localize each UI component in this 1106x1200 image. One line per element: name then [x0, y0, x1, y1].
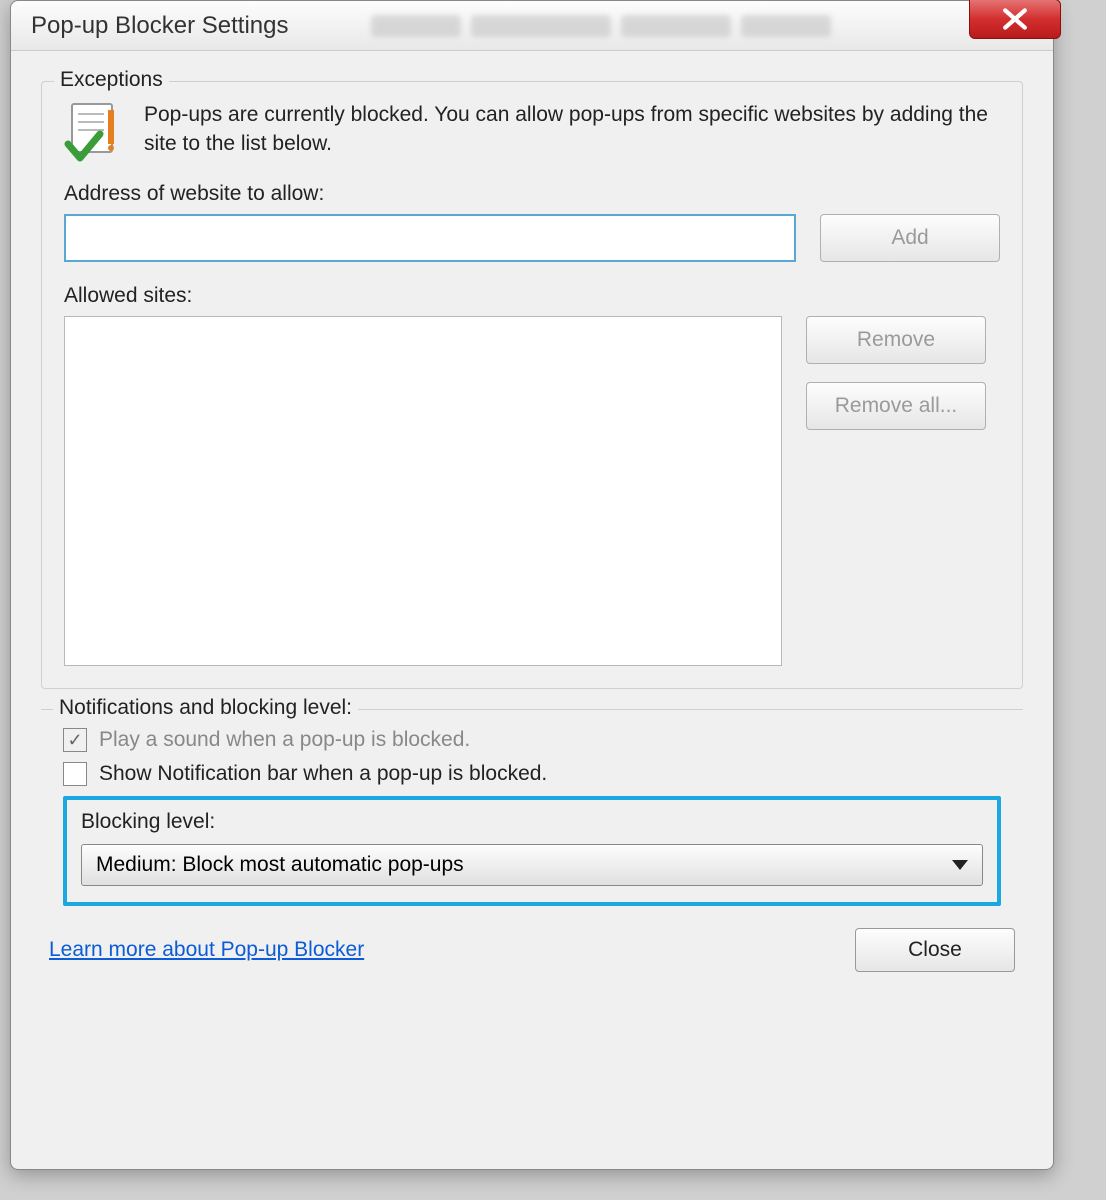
info-text: Pop-ups are currently blocked. You can a…: [144, 100, 1000, 159]
play-sound-checkbox[interactable]: [63, 728, 87, 752]
exceptions-group: Exceptions Pop-ups are currently blocked…: [41, 81, 1023, 689]
allowed-sites-list[interactable]: [64, 316, 782, 666]
blocking-level-dropdown[interactable]: Medium: Block most automatic pop-ups: [81, 844, 983, 886]
learn-more-link[interactable]: Learn more about Pop-up Blocker: [49, 938, 364, 962]
dialog-footer: Learn more about Pop-up Blocker Close: [41, 928, 1023, 972]
titlebar[interactable]: Pop-up Blocker Settings: [11, 1, 1053, 51]
blocking-level-value: Medium: Block most automatic pop-ups: [96, 853, 464, 877]
remove-all-button[interactable]: Remove all...: [806, 382, 986, 430]
show-bar-checkbox[interactable]: [63, 762, 87, 786]
remove-button[interactable]: Remove: [806, 316, 986, 364]
add-button[interactable]: Add: [820, 214, 1000, 262]
allowed-sites-row: Remove Remove all...: [64, 316, 1000, 666]
background-blur: [371, 15, 911, 43]
popup-blocker-dialog: Pop-up Blocker Settings Exceptions: [10, 0, 1054, 1170]
close-button[interactable]: Close: [855, 928, 1015, 972]
blocking-level-label: Blocking level:: [81, 810, 983, 834]
allowed-buttons-column: Remove Remove all...: [806, 316, 986, 430]
document-check-icon: [64, 100, 126, 162]
address-label: Address of website to allow:: [64, 182, 1000, 206]
close-icon: [1000, 8, 1030, 30]
dialog-title: Pop-up Blocker Settings: [31, 12, 288, 40]
address-row: Add: [64, 214, 1000, 262]
chevron-down-icon: [952, 860, 968, 870]
play-sound-label: Play a sound when a pop-up is blocked.: [99, 728, 470, 752]
show-bar-row[interactable]: Show Notification bar when a pop-up is b…: [63, 762, 1001, 786]
exceptions-group-title: Exceptions: [54, 68, 169, 92]
window-close-button[interactable]: [969, 0, 1061, 39]
play-sound-row[interactable]: Play a sound when a pop-up is blocked.: [63, 728, 1001, 752]
show-bar-label: Show Notification bar when a pop-up is b…: [99, 762, 547, 786]
notifications-group-title: Notifications and blocking level:: [53, 696, 358, 720]
dialog-content: Exceptions Pop-ups are currently blocked…: [11, 51, 1053, 992]
info-row: Pop-ups are currently blocked. You can a…: [64, 100, 1000, 162]
address-input[interactable]: [64, 214, 796, 262]
notifications-group: Notifications and blocking level: Play a…: [41, 709, 1023, 906]
blocking-level-highlight: Blocking level: Medium: Block most autom…: [63, 796, 1001, 906]
allowed-sites-label: Allowed sites:: [64, 284, 1000, 308]
